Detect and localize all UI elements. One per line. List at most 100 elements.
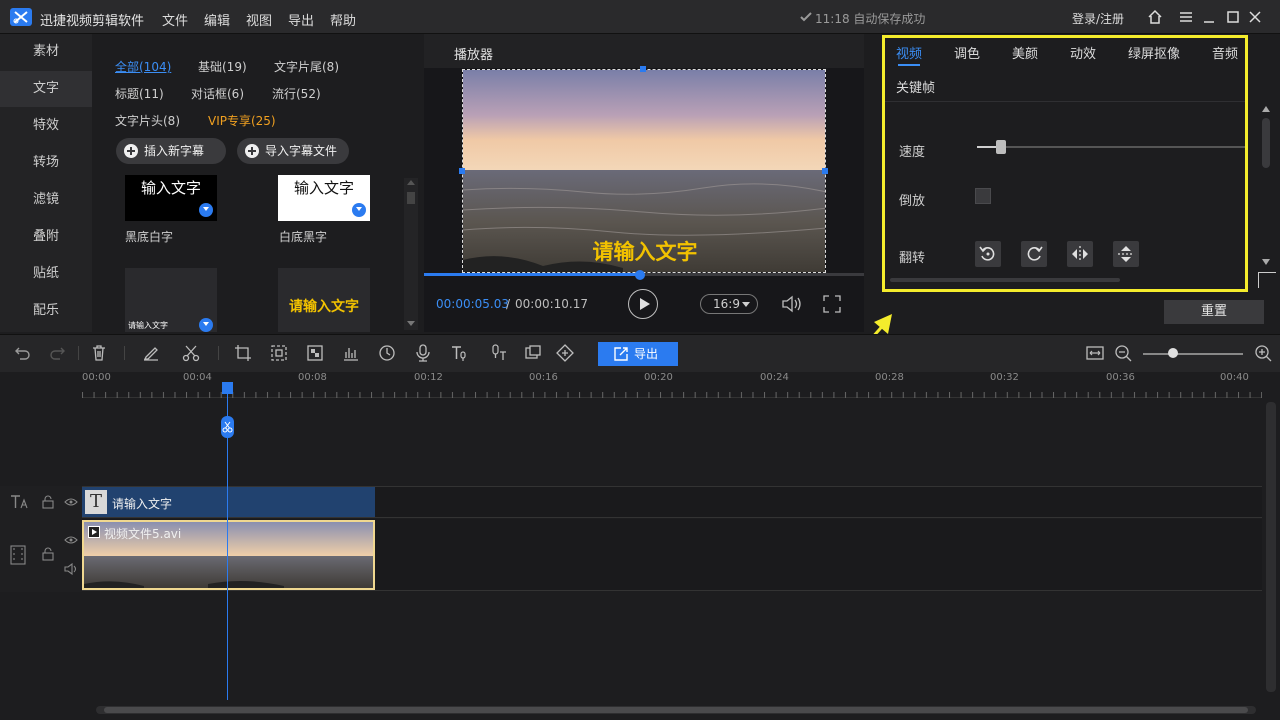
filter-vip[interactable]: VIP专享(25) <box>208 112 276 129</box>
eye-icon[interactable] <box>64 497 78 507</box>
split-icon[interactable] <box>182 344 200 362</box>
filter-popular[interactable]: 流行(52) <box>272 85 321 102</box>
template-preview-text: 输入文字 <box>293 179 354 197</box>
resize-icon[interactable] <box>270 344 288 362</box>
scroll-down-icon[interactable] <box>1262 259 1270 265</box>
template-label: 白底黑字 <box>279 230 328 244</box>
speaker-icon[interactable] <box>64 563 78 575</box>
zoom-slider[interactable] <box>1143 353 1243 355</box>
scroll-down-icon[interactable] <box>407 321 415 326</box>
scroll-thumb[interactable] <box>407 192 415 204</box>
login-link[interactable]: 登录/注册 <box>1072 10 1124 27</box>
timeline-hscroll-thumb[interactable] <box>104 707 1248 713</box>
filter-basic[interactable]: 基础(19) <box>198 58 247 75</box>
download-icon[interactable] <box>199 318 213 332</box>
undo-icon[interactable] <box>14 344 32 362</box>
template-preview-text: 请输入文字 <box>128 321 168 330</box>
plus-icon <box>124 144 138 158</box>
reset-button[interactable]: 重置 <box>1164 300 1264 324</box>
fit-timeline-icon[interactable] <box>1086 344 1104 362</box>
resize-corner[interactable] <box>1258 272 1276 288</box>
filter-all[interactable]: 全部(104) <box>115 58 171 75</box>
redo-icon[interactable] <box>48 344 66 362</box>
properties-vscroll[interactable] <box>1262 118 1270 168</box>
menu-view[interactable]: 视图 <box>246 10 272 29</box>
menu-edit[interactable]: 编辑 <box>204 10 230 29</box>
filter-dialog[interactable]: 对话框(6) <box>191 85 244 102</box>
menu-export[interactable]: 导出 <box>288 10 314 29</box>
aspect-ratio-select[interactable]: 16:9 <box>700 294 758 314</box>
overlay-text[interactable]: 请输入文字 <box>463 236 825 266</box>
insert-subtitle-button[interactable]: 插入新字幕 <box>116 138 226 164</box>
microphone-icon[interactable] <box>414 344 432 362</box>
template-black-white[interactable]: 输入文字 <box>125 175 217 221</box>
download-icon[interactable] <box>199 203 213 217</box>
toolbar-separator <box>124 346 125 360</box>
zoom-slider-knob[interactable] <box>1168 348 1178 358</box>
download-icon[interactable] <box>352 203 366 217</box>
video-track-icon <box>10 545 26 565</box>
filter-text-opening[interactable]: 文字片头(8) <box>115 112 180 129</box>
keyframe-icon[interactable] <box>556 344 574 362</box>
zoom-in-icon[interactable] <box>1254 344 1272 362</box>
duration-icon[interactable] <box>378 344 396 362</box>
minimize-icon[interactable] <box>1200 8 1218 26</box>
video-clip[interactable]: 视频文件5.avi <box>82 520 375 590</box>
menu-file[interactable]: 文件 <box>162 10 188 29</box>
scroll-up-icon[interactable] <box>407 180 415 185</box>
filter-title[interactable]: 标题(11) <box>115 85 164 102</box>
filter-text-ending[interactable]: 文字片尾(8) <box>274 58 339 75</box>
timeline-vscroll[interactable] <box>1266 402 1276 692</box>
eye-icon[interactable] <box>64 535 78 545</box>
category-overlay[interactable]: 叠附 <box>0 219 92 255</box>
audio-levels-icon[interactable] <box>342 344 360 362</box>
lock-icon[interactable] <box>42 495 54 509</box>
aspect-ratio-value: 16:9 <box>713 297 740 311</box>
edit-icon[interactable] <box>142 344 160 362</box>
delete-icon[interactable] <box>90 344 108 362</box>
tick-label: 00:04 <box>183 372 212 383</box>
category-filters[interactable]: 滤镜 <box>0 182 92 218</box>
tick-label: 00:32 <box>990 372 1019 383</box>
playback-progress-knob[interactable] <box>635 270 645 280</box>
category-text[interactable]: 文字 <box>0 71 92 107</box>
template-yellow-text[interactable]: 请输入文字 <box>278 268 370 332</box>
lock-icon[interactable] <box>42 547 54 561</box>
close-icon[interactable] <box>1246 8 1264 26</box>
play-button[interactable] <box>628 289 658 319</box>
menu-icon[interactable] <box>1177 8 1195 26</box>
text-clip[interactable]: T 请输入文字 <box>82 487 375 517</box>
resize-handle[interactable] <box>822 168 828 174</box>
tick-label: 00:00 <box>82 372 111 383</box>
export-button[interactable]: 导出 <box>598 342 678 366</box>
import-subtitle-label: 导入字幕文件 <box>265 144 338 158</box>
template-white-black[interactable]: 输入文字 <box>278 175 370 221</box>
video-preview[interactable]: 请输入文字 <box>462 69 826 273</box>
category-material[interactable]: 素材 <box>0 34 92 70</box>
maximize-icon[interactable] <box>1224 8 1242 26</box>
home-icon[interactable] <box>1146 8 1164 26</box>
zoom-out-icon[interactable] <box>1114 344 1132 362</box>
tick-label: 00:36 <box>1106 372 1135 383</box>
tick-label: 00:28 <box>875 372 904 383</box>
template-small-text[interactable]: 请输入文字 <box>125 268 217 332</box>
category-transitions[interactable]: 转场 <box>0 145 92 181</box>
text-to-speech-icon[interactable] <box>450 344 468 362</box>
scroll-up-icon[interactable] <box>1262 106 1270 112</box>
category-stickers[interactable]: 贴纸 <box>0 256 92 292</box>
crop-icon[interactable] <box>234 344 252 362</box>
playhead-split-button[interactable] <box>221 416 234 438</box>
resize-handle[interactable] <box>459 168 465 174</box>
speech-to-text-icon[interactable] <box>490 344 508 362</box>
menu-help[interactable]: 帮助 <box>330 10 356 29</box>
mosaic-icon[interactable] <box>306 344 324 362</box>
resize-handle[interactable] <box>640 66 646 72</box>
category-effects[interactable]: 特效 <box>0 108 92 144</box>
category-music[interactable]: 配乐 <box>0 293 92 329</box>
picture-in-picture-icon[interactable] <box>524 344 542 362</box>
tick-label: 00:40 <box>1220 372 1249 383</box>
library-scrollbar[interactable] <box>404 178 418 330</box>
check-icon <box>800 12 812 22</box>
import-subtitle-button[interactable]: 导入字幕文件 <box>237 138 349 164</box>
playhead-handle[interactable] <box>222 382 233 394</box>
